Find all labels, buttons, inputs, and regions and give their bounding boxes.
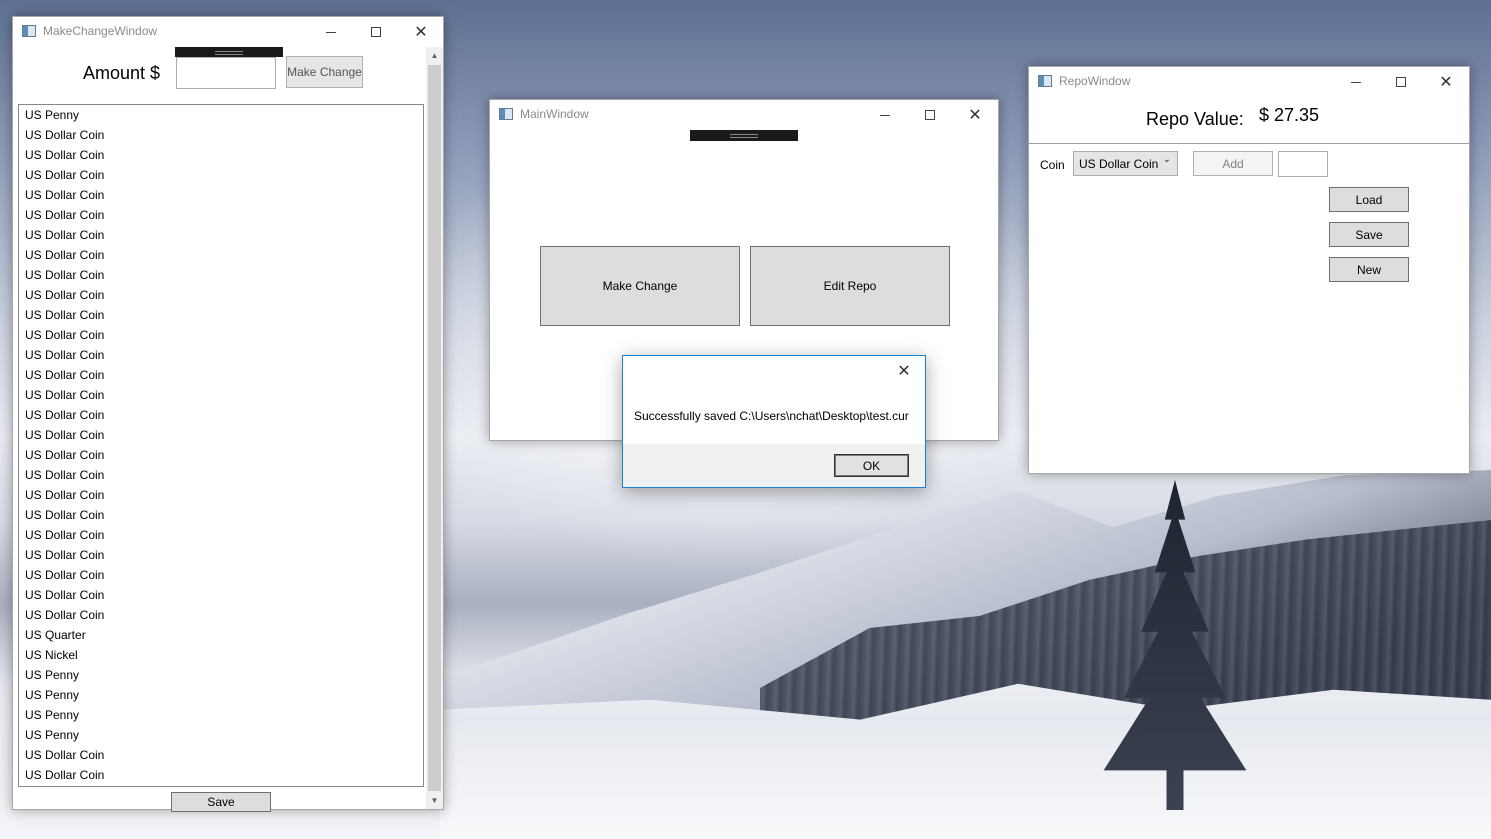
close-icon: ✕ bbox=[414, 22, 428, 41]
list-item[interactable]: US Dollar Coin bbox=[19, 205, 423, 225]
list-item[interactable]: US Dollar Coin bbox=[19, 365, 423, 385]
list-item[interactable]: US Dollar Coin bbox=[19, 445, 423, 465]
window-title: MainWindow bbox=[520, 107, 589, 121]
list-item[interactable]: US Dollar Coin bbox=[19, 125, 423, 145]
ok-button[interactable]: OK bbox=[834, 454, 909, 477]
list-item[interactable]: US Dollar Coin bbox=[19, 345, 423, 365]
maximize-icon bbox=[1396, 77, 1406, 87]
list-item[interactable]: US Penny bbox=[19, 685, 423, 705]
scroll-thumb[interactable] bbox=[428, 65, 441, 791]
titlebar[interactable]: MainWindow ✕ bbox=[490, 100, 998, 130]
maximize-icon bbox=[925, 110, 935, 120]
coin-label: Coin bbox=[1040, 158, 1065, 172]
minimize-button[interactable] bbox=[308, 17, 354, 47]
list-item[interactable]: US Dollar Coin bbox=[19, 185, 423, 205]
list-item[interactable]: US Dollar Coin bbox=[19, 245, 423, 265]
list-item[interactable]: US Dollar Coin bbox=[19, 745, 423, 765]
list-item[interactable]: US Dollar Coin bbox=[19, 585, 423, 605]
list-item[interactable]: US Dollar Coin bbox=[19, 465, 423, 485]
list-item[interactable]: US Dollar Coin bbox=[19, 265, 423, 285]
close-button[interactable]: ✕ bbox=[952, 100, 998, 130]
list-item[interactable]: US Penny bbox=[19, 665, 423, 685]
repo-value-label: Repo Value: bbox=[1146, 109, 1244, 129]
list-item[interactable]: US Penny bbox=[19, 725, 423, 745]
minimize-icon bbox=[326, 31, 336, 33]
list-item[interactable]: US Dollar Coin bbox=[19, 165, 423, 185]
make-change-button[interactable]: Make Change bbox=[286, 56, 363, 88]
amount-label: Amount $ bbox=[83, 63, 161, 83]
maximize-button[interactable] bbox=[907, 100, 953, 130]
scroll-down-icon[interactable]: ▼ bbox=[426, 792, 443, 809]
list-item[interactable]: US Dollar Coin bbox=[19, 605, 423, 625]
window-title: MakeChangeWindow bbox=[43, 24, 158, 38]
minimize-button[interactable] bbox=[862, 100, 908, 130]
amount-input[interactable] bbox=[176, 57, 276, 89]
maximize-button[interactable] bbox=[353, 17, 399, 47]
minimize-icon bbox=[1351, 81, 1361, 83]
scroll-up-icon[interactable]: ▲ bbox=[426, 47, 443, 64]
maximize-button[interactable] bbox=[1378, 67, 1424, 97]
list-item[interactable]: US Dollar Coin bbox=[19, 225, 423, 245]
message-box-dialog: ✕ Successfully saved C:\Users\nchat\Desk… bbox=[622, 355, 926, 488]
list-item[interactable]: US Quarter bbox=[19, 625, 423, 645]
app-icon bbox=[22, 25, 36, 37]
maximize-icon bbox=[371, 27, 381, 37]
list-item[interactable]: US Dollar Coin bbox=[19, 485, 423, 505]
close-button[interactable]: ✕ bbox=[881, 356, 927, 386]
list-item[interactable]: US Dollar Coin bbox=[19, 385, 423, 405]
vertical-scrollbar[interactable]: ▲ ▼ bbox=[426, 47, 443, 809]
edit-repo-button[interactable]: Edit Repo bbox=[750, 246, 950, 326]
list-item[interactable]: US Dollar Coin bbox=[19, 505, 423, 525]
debug-toolbar-adorner[interactable] bbox=[175, 47, 283, 57]
make-change-window: MakeChangeWindow ✕ Amount $ Make Change … bbox=[12, 16, 444, 812]
coin-dropdown[interactable]: US Dollar Coin ⌄ bbox=[1073, 151, 1178, 176]
titlebar[interactable]: MakeChangeWindow ✕ bbox=[13, 17, 443, 47]
debug-toolbar-adorner[interactable] bbox=[690, 130, 798, 141]
list-item[interactable]: US Dollar Coin bbox=[19, 305, 423, 325]
new-button[interactable]: New bbox=[1329, 257, 1409, 282]
coin-listbox[interactable]: US Penny US Dollar Coin US Dollar Coin US D… bbox=[18, 104, 424, 787]
list-item[interactable]: US Penny bbox=[19, 705, 423, 725]
quantity-input[interactable] bbox=[1278, 151, 1328, 177]
repo-value: $ 27.35 bbox=[1259, 105, 1320, 125]
close-button[interactable]: ✕ bbox=[1423, 67, 1469, 97]
load-button[interactable]: Load bbox=[1329, 187, 1409, 212]
save-button[interactable]: Save bbox=[1329, 222, 1409, 247]
minimize-icon bbox=[880, 114, 890, 116]
titlebar[interactable]: RepoWindow ✕ bbox=[1029, 67, 1469, 97]
coin-dropdown-value: US Dollar Coin bbox=[1079, 156, 1159, 171]
list-item[interactable]: US Nickel bbox=[19, 645, 423, 665]
list-item[interactable]: US Dollar Coin bbox=[19, 285, 423, 305]
close-icon: ✕ bbox=[968, 105, 982, 124]
list-item[interactable]: US Dollar Coin bbox=[19, 565, 423, 585]
list-item[interactable]: US Penny bbox=[19, 105, 423, 125]
list-item[interactable]: US Dollar Coin bbox=[19, 765, 423, 785]
add-button[interactable]: Add bbox=[1193, 151, 1273, 176]
list-item[interactable]: US Dollar Coin bbox=[19, 325, 423, 345]
app-icon bbox=[1038, 75, 1052, 87]
list-item[interactable]: US Dollar Coin bbox=[19, 425, 423, 445]
window-title: RepoWindow bbox=[1059, 74, 1131, 88]
app-icon bbox=[499, 108, 513, 120]
close-icon: ✕ bbox=[897, 361, 911, 380]
divider bbox=[1029, 143, 1469, 144]
list-item[interactable]: US Dollar Coin bbox=[19, 145, 423, 165]
list-item[interactable]: US Dollar Coin bbox=[19, 405, 423, 425]
repo-window: RepoWindow ✕ Repo Value: $ 27.35 Coin US… bbox=[1028, 66, 1470, 474]
minimize-button[interactable] bbox=[1333, 67, 1379, 97]
chevron-down-icon: ⌄ bbox=[1162, 154, 1171, 165]
message-text: Successfully saved C:\Users\nchat\Deskto… bbox=[634, 409, 909, 423]
make-change-button[interactable]: Make Change bbox=[540, 246, 740, 326]
list-item[interactable]: US Dollar Coin bbox=[19, 525, 423, 545]
list-item[interactable]: US Dollar Coin bbox=[19, 545, 423, 565]
close-button[interactable]: ✕ bbox=[398, 17, 444, 47]
save-button[interactable]: Save bbox=[171, 792, 271, 812]
close-icon: ✕ bbox=[1439, 72, 1453, 91]
